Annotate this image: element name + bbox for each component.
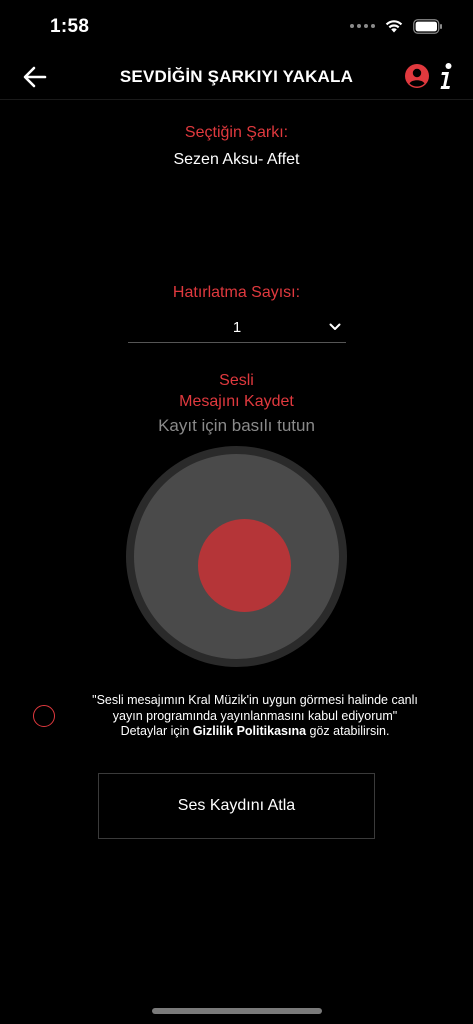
consent-details-suffix: göz atabilirsin.: [306, 724, 390, 738]
record-button-ring: [134, 454, 339, 659]
privacy-policy-link[interactable]: Gizlilik Politikasına: [193, 724, 306, 738]
consent-details-prefix: Detaylar için: [120, 724, 193, 738]
profile-button[interactable]: [404, 63, 432, 91]
consent-text-line3: Detaylar için Gizlilik Politikasına göz …: [66, 724, 444, 740]
record-dot-icon: [198, 519, 291, 612]
status-icons: [350, 18, 443, 34]
user-circle-icon: [405, 64, 429, 88]
info-icon: [440, 63, 452, 89]
home-indicator: [152, 1008, 322, 1014]
selected-song-label: Seçtiğin Şarkı:: [184, 124, 289, 141]
voice-message-title-line2: Mesajını Kaydet: [179, 393, 294, 410]
consent-text-line1: "Sesli mesajımın Kral Müzik'in uygun gör…: [92, 693, 418, 707]
reminder-count-select[interactable]: 1: [128, 310, 346, 343]
skip-recording-button[interactable]: Ses Kaydını Atla: [98, 773, 375, 839]
consent-text-line2: yayın programında yayınlanmasını kabul e…: [112, 708, 398, 723]
nav-bar: SEVDİĞİN ŞARKIYI YAKALA: [0, 54, 473, 100]
reminder-count-value: 1: [232, 319, 242, 336]
page-title: SEVDİĞİN ŞARKIYI YAKALA: [119, 67, 354, 86]
reminder-count-label: Hatırlatma Sayısı:: [172, 284, 301, 301]
record-button[interactable]: [126, 446, 347, 667]
consent-radio[interactable]: [33, 705, 55, 727]
status-time: 1:58: [50, 16, 90, 37]
voice-message-title: Sesli Mesajını Kaydet: [0, 370, 473, 412]
cellular-signal-icon: [350, 24, 375, 28]
wifi-icon: [385, 20, 403, 33]
chevron-down-icon: [329, 323, 341, 330]
selected-song-name: Sezen Aksu- Affet: [173, 151, 300, 168]
status-bar: 1:58: [0, 0, 473, 54]
battery-icon: [413, 18, 442, 34]
voice-message-title-line1: Sesli: [219, 372, 254, 389]
info-button[interactable]: [436, 60, 456, 92]
consent-text: "Sesli mesajımın Kral Müzik'in uygun gör…: [66, 693, 444, 740]
hold-to-record-hint: Kayıt için basılı tutun: [158, 416, 315, 435]
